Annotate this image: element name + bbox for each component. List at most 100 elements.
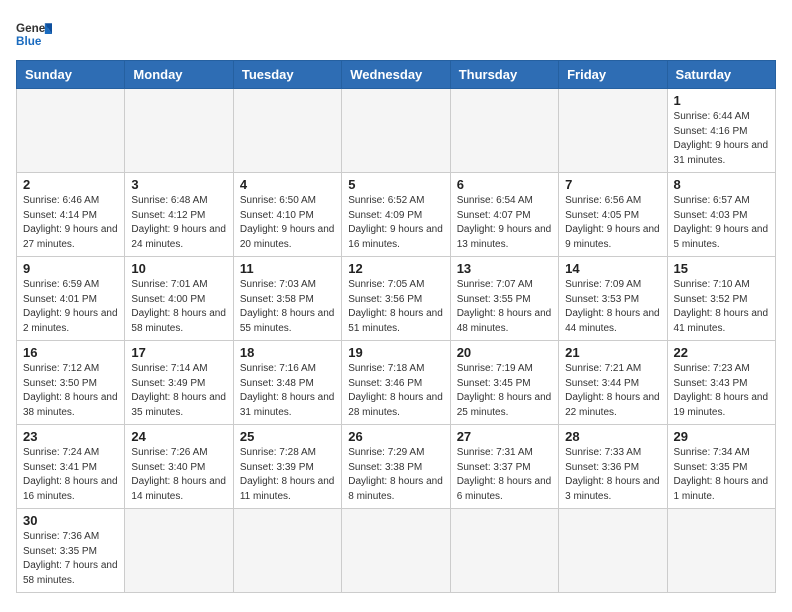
- calendar-day-cell: 28 Sunrise: 7:33 AM Sunset: 3:36 PM Dayli…: [559, 425, 667, 509]
- day-number: 17: [131, 345, 226, 360]
- calendar-day-cell: 11Sunrise: 7:03 AM Sunset: 3:58 PM Dayli…: [233, 257, 341, 341]
- day-number: 26: [348, 429, 443, 444]
- calendar-day-cell: 14 Sunrise: 7:09 AM Sunset: 3:53 PM Dayli…: [559, 257, 667, 341]
- day-info: Sunrise: 7:24 AM Sunset: 3:41 PM Dayligh…: [23, 446, 118, 504]
- calendar-day-cell: 2 Sunrise: 6:46 AM Sunset: 4:14 PM Daylig…: [17, 173, 125, 257]
- day-info: Sunrise: 6:54 AM Sunset: 4:07 PM Dayligh…: [457, 194, 552, 252]
- calendar-day-cell: 19 Sunrise: 7:18 AM Sunset: 3:46 PM Dayli…: [342, 341, 450, 425]
- day-number: 14: [565, 261, 660, 276]
- day-number: 12: [348, 261, 443, 276]
- calendar-day-cell: [450, 89, 558, 173]
- day-number: 2: [23, 177, 118, 192]
- day-header-friday: Friday: [559, 61, 667, 89]
- day-info: Sunrise: 7:33 AM Sunset: 3:36 PM Dayligh…: [565, 446, 660, 504]
- day-header-tuesday: Tuesday: [233, 61, 341, 89]
- calendar-day-cell: 18 Sunrise: 7:16 AM Sunset: 3:48 PM Dayli…: [233, 341, 341, 425]
- calendar-day-cell: 7 Sunrise: 6:56 AM Sunset: 4:05 PM Daylig…: [559, 173, 667, 257]
- calendar-day-cell: [450, 509, 558, 593]
- calendar-day-cell: 22Sunrise: 7:23 AM Sunset: 3:43 PM Dayli…: [667, 341, 775, 425]
- day-number: 8: [674, 177, 769, 192]
- day-info: Sunrise: 7:16 AM Sunset: 3:48 PM Dayligh…: [240, 362, 335, 420]
- day-number: 3: [131, 177, 226, 192]
- calendar-day-cell: [233, 89, 341, 173]
- calendar-day-cell: [342, 89, 450, 173]
- calendar-day-cell: [559, 89, 667, 173]
- day-number: 28: [565, 429, 660, 444]
- calendar-week-row: 23 Sunrise: 7:24 AM Sunset: 3:41 PM Dayli…: [17, 425, 776, 509]
- calendar-day-cell: 8 Sunrise: 6:57 AM Sunset: 4:03 PM Daylig…: [667, 173, 775, 257]
- day-info: Sunrise: 7:21 AM Sunset: 3:44 PM Dayligh…: [565, 362, 660, 420]
- calendar-day-cell: 20 Sunrise: 7:19 AM Sunset: 3:45 PM Dayli…: [450, 341, 558, 425]
- day-header-thursday: Thursday: [450, 61, 558, 89]
- day-number: 25: [240, 429, 335, 444]
- day-info: Sunrise: 7:19 AM Sunset: 3:45 PM Dayligh…: [457, 362, 552, 420]
- day-number: 10: [131, 261, 226, 276]
- logo-icon: General Blue: [16, 16, 52, 52]
- calendar-day-cell: [125, 89, 233, 173]
- day-info: Sunrise: 6:59 AM Sunset: 4:01 PM Dayligh…: [23, 278, 118, 336]
- day-number: 21: [565, 345, 660, 360]
- day-info: Sunrise: 7:03 AM Sunset: 3:58 PM Dayligh…: [240, 278, 335, 336]
- day-info: Sunrise: 6:52 AM Sunset: 4:09 PM Dayligh…: [348, 194, 443, 252]
- day-info: Sunrise: 7:28 AM Sunset: 3:39 PM Dayligh…: [240, 446, 335, 504]
- day-number: 18: [240, 345, 335, 360]
- day-info: Sunrise: 7:29 AM Sunset: 3:38 PM Dayligh…: [348, 446, 443, 504]
- day-info: Sunrise: 7:12 AM Sunset: 3:50 PM Dayligh…: [23, 362, 118, 420]
- day-info: Sunrise: 7:01 AM Sunset: 4:00 PM Dayligh…: [131, 278, 226, 336]
- day-header-monday: Monday: [125, 61, 233, 89]
- calendar-header-row: SundayMondayTuesdayWednesdayThursdayFrid…: [17, 61, 776, 89]
- day-info: Sunrise: 6:46 AM Sunset: 4:14 PM Dayligh…: [23, 194, 118, 252]
- day-header-saturday: Saturday: [667, 61, 775, 89]
- day-info: Sunrise: 7:10 AM Sunset: 3:52 PM Dayligh…: [674, 278, 769, 336]
- calendar-day-cell: 24Sunrise: 7:26 AM Sunset: 3:40 PM Dayli…: [125, 425, 233, 509]
- calendar-day-cell: 13Sunrise: 7:07 AM Sunset: 3:55 PM Dayli…: [450, 257, 558, 341]
- calendar-day-cell: 4Sunrise: 6:50 AM Sunset: 4:10 PM Daylig…: [233, 173, 341, 257]
- day-info: Sunrise: 7:09 AM Sunset: 3:53 PM Dayligh…: [565, 278, 660, 336]
- day-number: 23: [23, 429, 118, 444]
- calendar-day-cell: [233, 509, 341, 593]
- day-info: Sunrise: 6:50 AM Sunset: 4:10 PM Dayligh…: [240, 194, 335, 252]
- calendar-day-cell: 12Sunrise: 7:05 AM Sunset: 3:56 PM Dayli…: [342, 257, 450, 341]
- calendar-day-cell: 21 Sunrise: 7:21 AM Sunset: 3:44 PM Dayli…: [559, 341, 667, 425]
- calendar-day-cell: [559, 509, 667, 593]
- day-info: Sunrise: 6:56 AM Sunset: 4:05 PM Dayligh…: [565, 194, 660, 252]
- day-number: 30: [23, 513, 118, 528]
- day-number: 9: [23, 261, 118, 276]
- day-header-wednesday: Wednesday: [342, 61, 450, 89]
- day-number: 6: [457, 177, 552, 192]
- day-number: 20: [457, 345, 552, 360]
- calendar-day-cell: [17, 89, 125, 173]
- calendar-day-cell: 25 Sunrise: 7:28 AM Sunset: 3:39 PM Dayli…: [233, 425, 341, 509]
- day-number: 16: [23, 345, 118, 360]
- day-number: 27: [457, 429, 552, 444]
- calendar-day-cell: 23 Sunrise: 7:24 AM Sunset: 3:41 PM Dayli…: [17, 425, 125, 509]
- calendar-day-cell: 29Sunrise: 7:34 AM Sunset: 3:35 PM Dayli…: [667, 425, 775, 509]
- calendar-day-cell: 15 Sunrise: 7:10 AM Sunset: 3:52 PM Dayli…: [667, 257, 775, 341]
- day-number: 7: [565, 177, 660, 192]
- day-info: Sunrise: 7:26 AM Sunset: 3:40 PM Dayligh…: [131, 446, 226, 504]
- day-number: 22: [674, 345, 769, 360]
- calendar-day-cell: 10 Sunrise: 7:01 AM Sunset: 4:00 PM Dayli…: [125, 257, 233, 341]
- day-info: Sunrise: 7:07 AM Sunset: 3:55 PM Dayligh…: [457, 278, 552, 336]
- day-number: 19: [348, 345, 443, 360]
- calendar-day-cell: 5 Sunrise: 6:52 AM Sunset: 4:09 PM Daylig…: [342, 173, 450, 257]
- calendar-day-cell: [125, 509, 233, 593]
- day-info: Sunrise: 7:31 AM Sunset: 3:37 PM Dayligh…: [457, 446, 552, 504]
- logo: General Blue: [16, 16, 52, 52]
- day-number: 1: [674, 93, 769, 108]
- calendar-day-cell: 3Sunrise: 6:48 AM Sunset: 4:12 PM Daylig…: [125, 173, 233, 257]
- calendar-week-row: 2 Sunrise: 6:46 AM Sunset: 4:14 PM Daylig…: [17, 173, 776, 257]
- calendar-week-row: 1 Sunrise: 6:44 AM Sunset: 4:16 PM Daylig…: [17, 89, 776, 173]
- calendar-week-row: 9 Sunrise: 6:59 AM Sunset: 4:01 PM Daylig…: [17, 257, 776, 341]
- calendar-day-cell: [667, 509, 775, 593]
- svg-text:Blue: Blue: [16, 35, 42, 48]
- day-number: 15: [674, 261, 769, 276]
- calendar-week-row: 16 Sunrise: 7:12 AM Sunset: 3:50 PM Dayli…: [17, 341, 776, 425]
- day-info: Sunrise: 7:18 AM Sunset: 3:46 PM Dayligh…: [348, 362, 443, 420]
- day-info: Sunrise: 6:57 AM Sunset: 4:03 PM Dayligh…: [674, 194, 769, 252]
- calendar-day-cell: 17Sunrise: 7:14 AM Sunset: 3:49 PM Dayli…: [125, 341, 233, 425]
- day-info: Sunrise: 6:44 AM Sunset: 4:16 PM Dayligh…: [674, 110, 769, 168]
- calendar-table: SundayMondayTuesdayWednesdayThursdayFrid…: [16, 60, 776, 593]
- day-header-sunday: Sunday: [17, 61, 125, 89]
- day-number: 5: [348, 177, 443, 192]
